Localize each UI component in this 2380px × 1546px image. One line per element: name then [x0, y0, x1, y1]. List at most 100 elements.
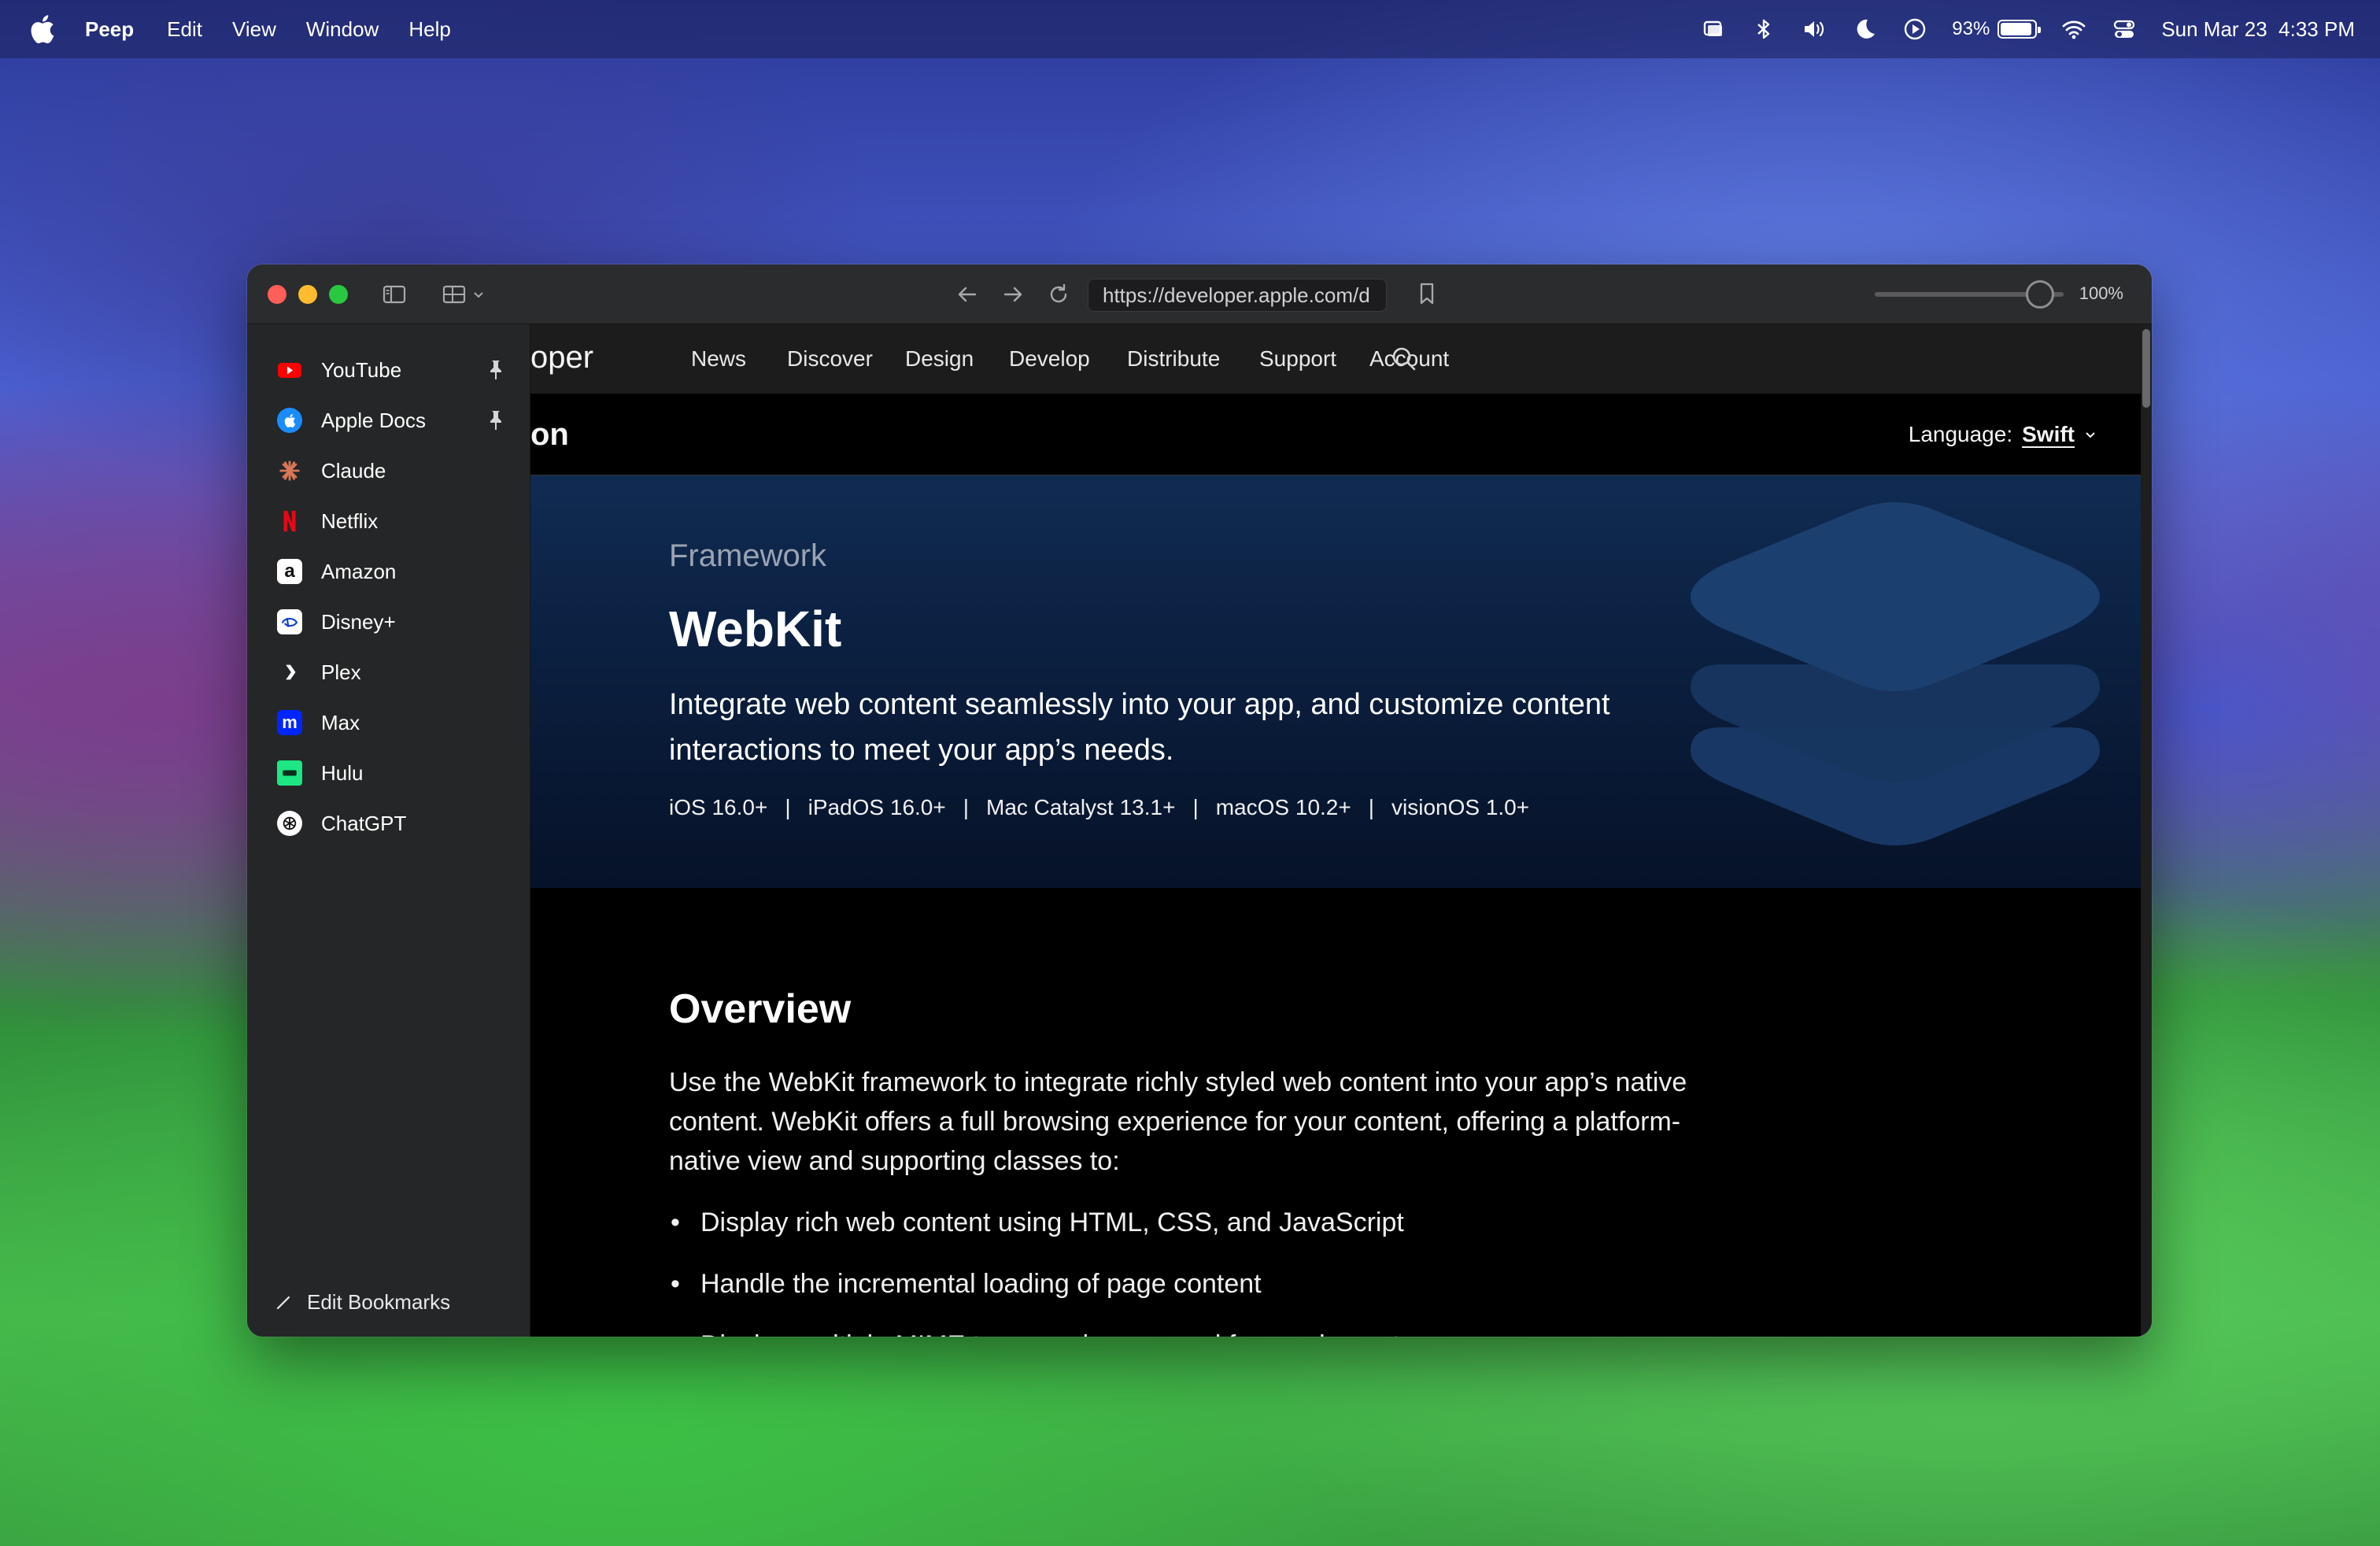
nav-support[interactable]: Support — [1259, 346, 1336, 372]
plex-icon — [277, 660, 302, 685]
language-value[interactable]: Swift — [2022, 422, 2075, 447]
bookmark-label: Apple Docs — [321, 408, 426, 432]
platform-macos: macOS 10.2+ — [1215, 795, 1351, 819]
bookmark-label: Claude — [321, 458, 386, 483]
bookmark-amazon[interactable]: a Amazon — [247, 546, 530, 597]
edit-bookmarks-button[interactable]: Edit Bookmarks — [274, 1290, 450, 1315]
netflix-icon — [277, 509, 302, 534]
bookmark-max[interactable]: m Max — [247, 697, 530, 748]
platform-visionos: visionOS 1.0+ — [1391, 795, 1530, 819]
bookmark-claude[interactable]: Claude — [247, 446, 530, 496]
app-menu-name[interactable]: Peep — [85, 17, 134, 42]
play-icon[interactable] — [1901, 16, 1928, 43]
url-field[interactable]: https://developer.apple.com/d — [1088, 279, 1387, 312]
max-icon: m — [277, 710, 302, 735]
bookmark-label: ChatGPT — [321, 811, 407, 835]
stage-manager-icon[interactable] — [1700, 16, 1727, 43]
amazon-icon: a — [277, 559, 302, 584]
menu-help[interactable]: Help — [408, 17, 450, 42]
zoom-slider-knob[interactable] — [2026, 280, 2054, 309]
zoom-label: 100% — [2079, 283, 2123, 303]
language-label: Language: — [1908, 422, 2013, 446]
youtube-icon — [277, 357, 302, 383]
overview-heading: Overview — [669, 986, 852, 1032]
hero-eyebrow: Framework — [669, 538, 827, 573]
wifi-icon[interactable] — [2060, 16, 2087, 43]
search-icon[interactable] — [1390, 345, 1418, 373]
minimize-window-button[interactable] — [298, 284, 317, 304]
bookmark-netflix[interactable]: Netflix — [247, 496, 530, 546]
bookmark-label: Max — [321, 710, 360, 734]
nav-develop[interactable]: Develop — [1009, 346, 1090, 372]
claude-icon — [277, 458, 302, 483]
forward-arrow-icon[interactable] — [1000, 281, 1026, 308]
platform-ios: iOS 16.0+ — [669, 795, 768, 819]
page-title: WebKit — [669, 601, 842, 657]
bookmarks-sidebar: YouTube Apple Docs Claude Netflix a Amaz… — [247, 324, 530, 1337]
pin-icon[interactable] — [486, 409, 506, 431]
nav-discover[interactable]: Discover — [787, 346, 873, 372]
close-window-button[interactable] — [268, 284, 286, 304]
title-bar: https://developer.apple.com/d 100% — [247, 264, 2152, 324]
nav-design[interactable]: Design — [905, 346, 974, 372]
nav-distribute[interactable]: Distribute — [1127, 346, 1220, 372]
bookmark-apple-docs[interactable]: Apple Docs — [247, 395, 530, 446]
bookmark-chatgpt[interactable]: ChatGPT — [247, 798, 530, 849]
bookmark-label: Disney+ — [321, 609, 396, 634]
overview-paragraph: Use the WebKit framework to integrate ri… — [669, 1067, 1687, 1176]
pin-icon[interactable] — [486, 359, 506, 381]
sidebar-toggle-icon[interactable] — [381, 281, 408, 308]
back-arrow-icon[interactable] — [954, 281, 981, 308]
list-item: Display rich web content using HTML, CSS… — [669, 1203, 1771, 1242]
bluetooth-icon[interactable] — [1750, 16, 1777, 43]
list-item: Display multiple MIME types and compound… — [669, 1326, 1771, 1337]
clock-datetime[interactable]: Sun Mar 23 4:33 PM — [2161, 17, 2355, 42]
grid-layout-icon — [442, 285, 466, 303]
battery-percent: 93% — [1952, 18, 1990, 39]
battery-level-fill — [2001, 23, 2032, 35]
documentation-subbar: on Language: Swift — [530, 394, 2141, 475]
bookmark-label: Amazon — [321, 559, 397, 583]
zoom-slider[interactable] — [1875, 280, 2064, 309]
chevron-down-icon — [2086, 432, 2095, 438]
window-controls — [268, 284, 348, 304]
hulu-icon — [277, 760, 302, 786]
volume-icon[interactable] — [1801, 16, 1828, 43]
battery-indicator[interactable]: 93% — [1952, 18, 2042, 40]
chevron-down-icon — [474, 291, 483, 298]
menu-edit[interactable]: Edit — [167, 17, 202, 42]
chatgpt-icon — [277, 811, 302, 836]
platform-availability: iOS 16.0+ | iPadOS 16.0+ | Mac Catalyst … — [669, 795, 1530, 819]
menu-bar: Peep Edit View Window Help 93% Sun Mar 2… — [0, 0, 2380, 58]
bookmark-disney-plus[interactable]: Disney+ — [247, 597, 530, 647]
hero-abstract: Integrate web content seamlessly into yo… — [669, 688, 1610, 767]
layout-menu-button[interactable] — [441, 281, 485, 308]
menu-view[interactable]: View — [232, 17, 276, 42]
control-center-icon[interactable] — [2111, 16, 2138, 43]
bookmark-hulu[interactable]: Hulu — [247, 748, 530, 798]
bookmark-icon[interactable] — [1414, 280, 1440, 307]
vertical-scrollbar[interactable] — [2141, 324, 2152, 1337]
browser-window: https://developer.apple.com/d 100% YouTu… — [247, 264, 2152, 1337]
overview-section: Overview Use the WebKit framework to int… — [669, 986, 1771, 1337]
zoom-window-button[interactable] — [329, 284, 348, 304]
web-content: oper News Discover Design Develop Distri… — [530, 324, 2141, 1337]
edit-bookmarks-label: Edit Bookmarks — [307, 1290, 451, 1314]
pencil-icon — [276, 1296, 290, 1309]
bookmark-label: Plex — [321, 660, 361, 684]
bookmark-youtube[interactable]: YouTube — [247, 345, 530, 395]
reload-icon[interactable] — [1045, 281, 1072, 308]
language-selector[interactable]: Language: Swift — [1909, 422, 2097, 447]
navigation-buttons — [954, 264, 1072, 324]
bookmark-label: YouTube — [321, 357, 402, 382]
focus-moon-icon[interactable] — [1851, 16, 1878, 43]
platform-mac-catalyst: Mac Catalyst 13.1+ — [986, 795, 1176, 819]
apple-menu-icon[interactable] — [28, 13, 57, 45]
site-brand-link[interactable]: oper — [530, 340, 593, 375]
scrollbar-thumb[interactable] — [2142, 329, 2150, 408]
bookmark-plex[interactable]: Plex — [247, 647, 530, 697]
subbar-title[interactable]: on — [530, 417, 569, 453]
nav-news[interactable]: News — [691, 346, 746, 372]
menu-window[interactable]: Window — [306, 17, 379, 42]
bookmark-label: Netflix — [321, 509, 379, 533]
